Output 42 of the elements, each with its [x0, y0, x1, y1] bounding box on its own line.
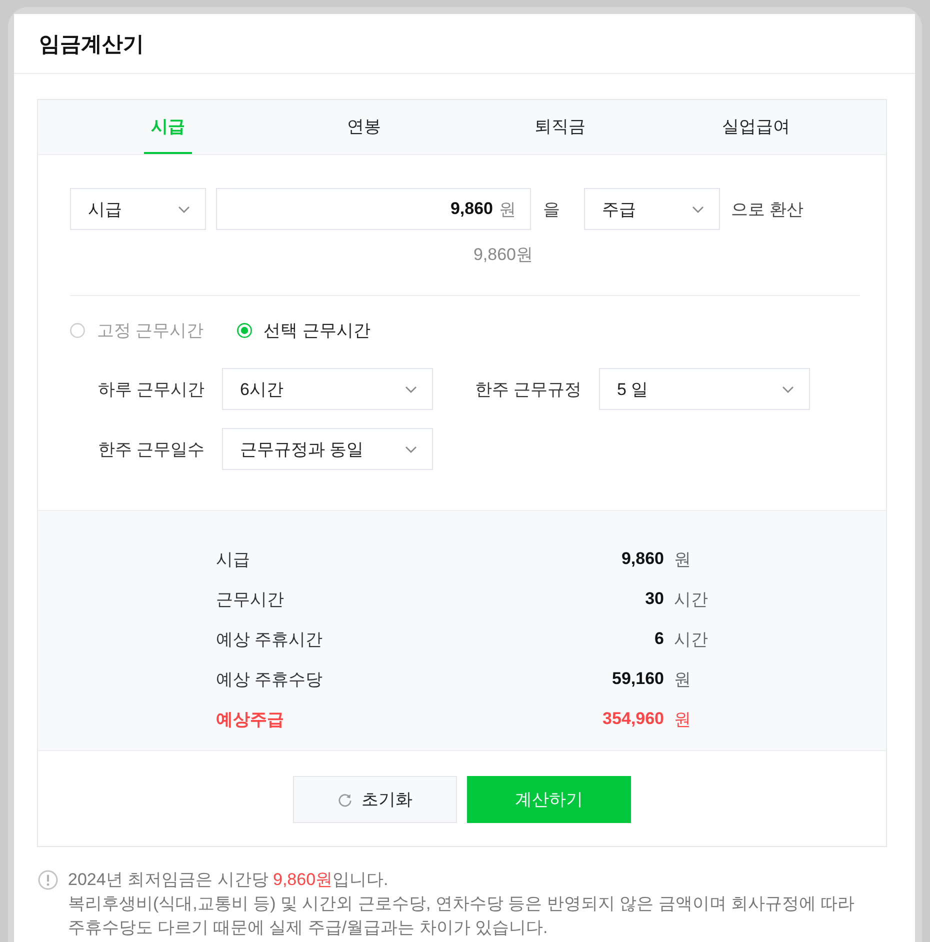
notice-text: 복리후생비(식대,교통비 등) 및 시간외 근로수당, 연차수당 등은 반영되지 않은 금액이며 회사규정에 따라 주휴수당도 다르기 때문에 실제 주급/월급과는 차이가 있습니다. — [68, 893, 856, 939]
result-label: 근무시간 — [216, 588, 285, 610]
chevron-down-icon — [405, 386, 417, 392]
amount-field[interactable]: 9,860 원 — [216, 188, 531, 230]
result-unit: 원 — [674, 668, 692, 690]
tab[interactable]: 퇴직금 — [528, 100, 592, 154]
result-unit: 원 — [674, 708, 692, 730]
result-label: 예상 주휴수당 — [216, 668, 324, 690]
chevron-down-icon — [178, 206, 190, 212]
result-label: 예상주급 — [216, 708, 285, 730]
amount-preview: 9,860원 — [473, 245, 533, 264]
pay-type-dropdown[interactable]: 주급 — [584, 188, 720, 230]
notice-text: 2024년 최저임금은 시간당 9,860원 입니다. — [68, 869, 390, 891]
chevron-down-icon — [782, 386, 794, 392]
result-unit: 원 — [674, 548, 692, 570]
refresh-icon — [338, 792, 352, 806]
field-dropdown[interactable]: 6시간 — [222, 368, 433, 410]
result-value: 354,960 — [602, 709, 664, 729]
radio-option[interactable]: 선택 근무시간 — [236, 318, 370, 342]
conversion-text: 으로 환산 — [731, 198, 804, 220]
tab[interactable]: 연봉 — [340, 100, 388, 154]
field-label: 하루 근무시간 — [98, 378, 206, 400]
field-dropdown[interactable]: 5 일 — [599, 368, 810, 410]
reset-button[interactable]: 초기화 — [293, 776, 457, 823]
field-dropdown[interactable]: 근무규정과 동일 — [222, 428, 433, 470]
exclamation-circle-icon — [38, 870, 58, 890]
result-label: 시급 — [216, 548, 251, 570]
pay-type-dropdown[interactable]: 시급 — [70, 188, 206, 230]
chevron-down-icon — [405, 446, 417, 452]
window-title: 임금계산기 — [39, 32, 144, 58]
tab[interactable]: 실업급여 — [715, 100, 797, 154]
result-label: 예상 주휴시간 — [216, 628, 324, 650]
chevron-down-icon — [692, 206, 704, 212]
result-value: 59,160 — [611, 669, 664, 689]
connector-text: 을 — [543, 198, 560, 220]
field-label: 한주 근무일수 — [98, 438, 206, 460]
result-value: 9,860 — [620, 549, 664, 569]
result-value: 30 — [644, 589, 664, 609]
result-unit: 시간 — [674, 628, 708, 650]
result-value: 6 — [654, 629, 664, 649]
field-label: 한주 근무규정 — [475, 378, 583, 400]
result-unit: 시간 — [674, 588, 708, 610]
